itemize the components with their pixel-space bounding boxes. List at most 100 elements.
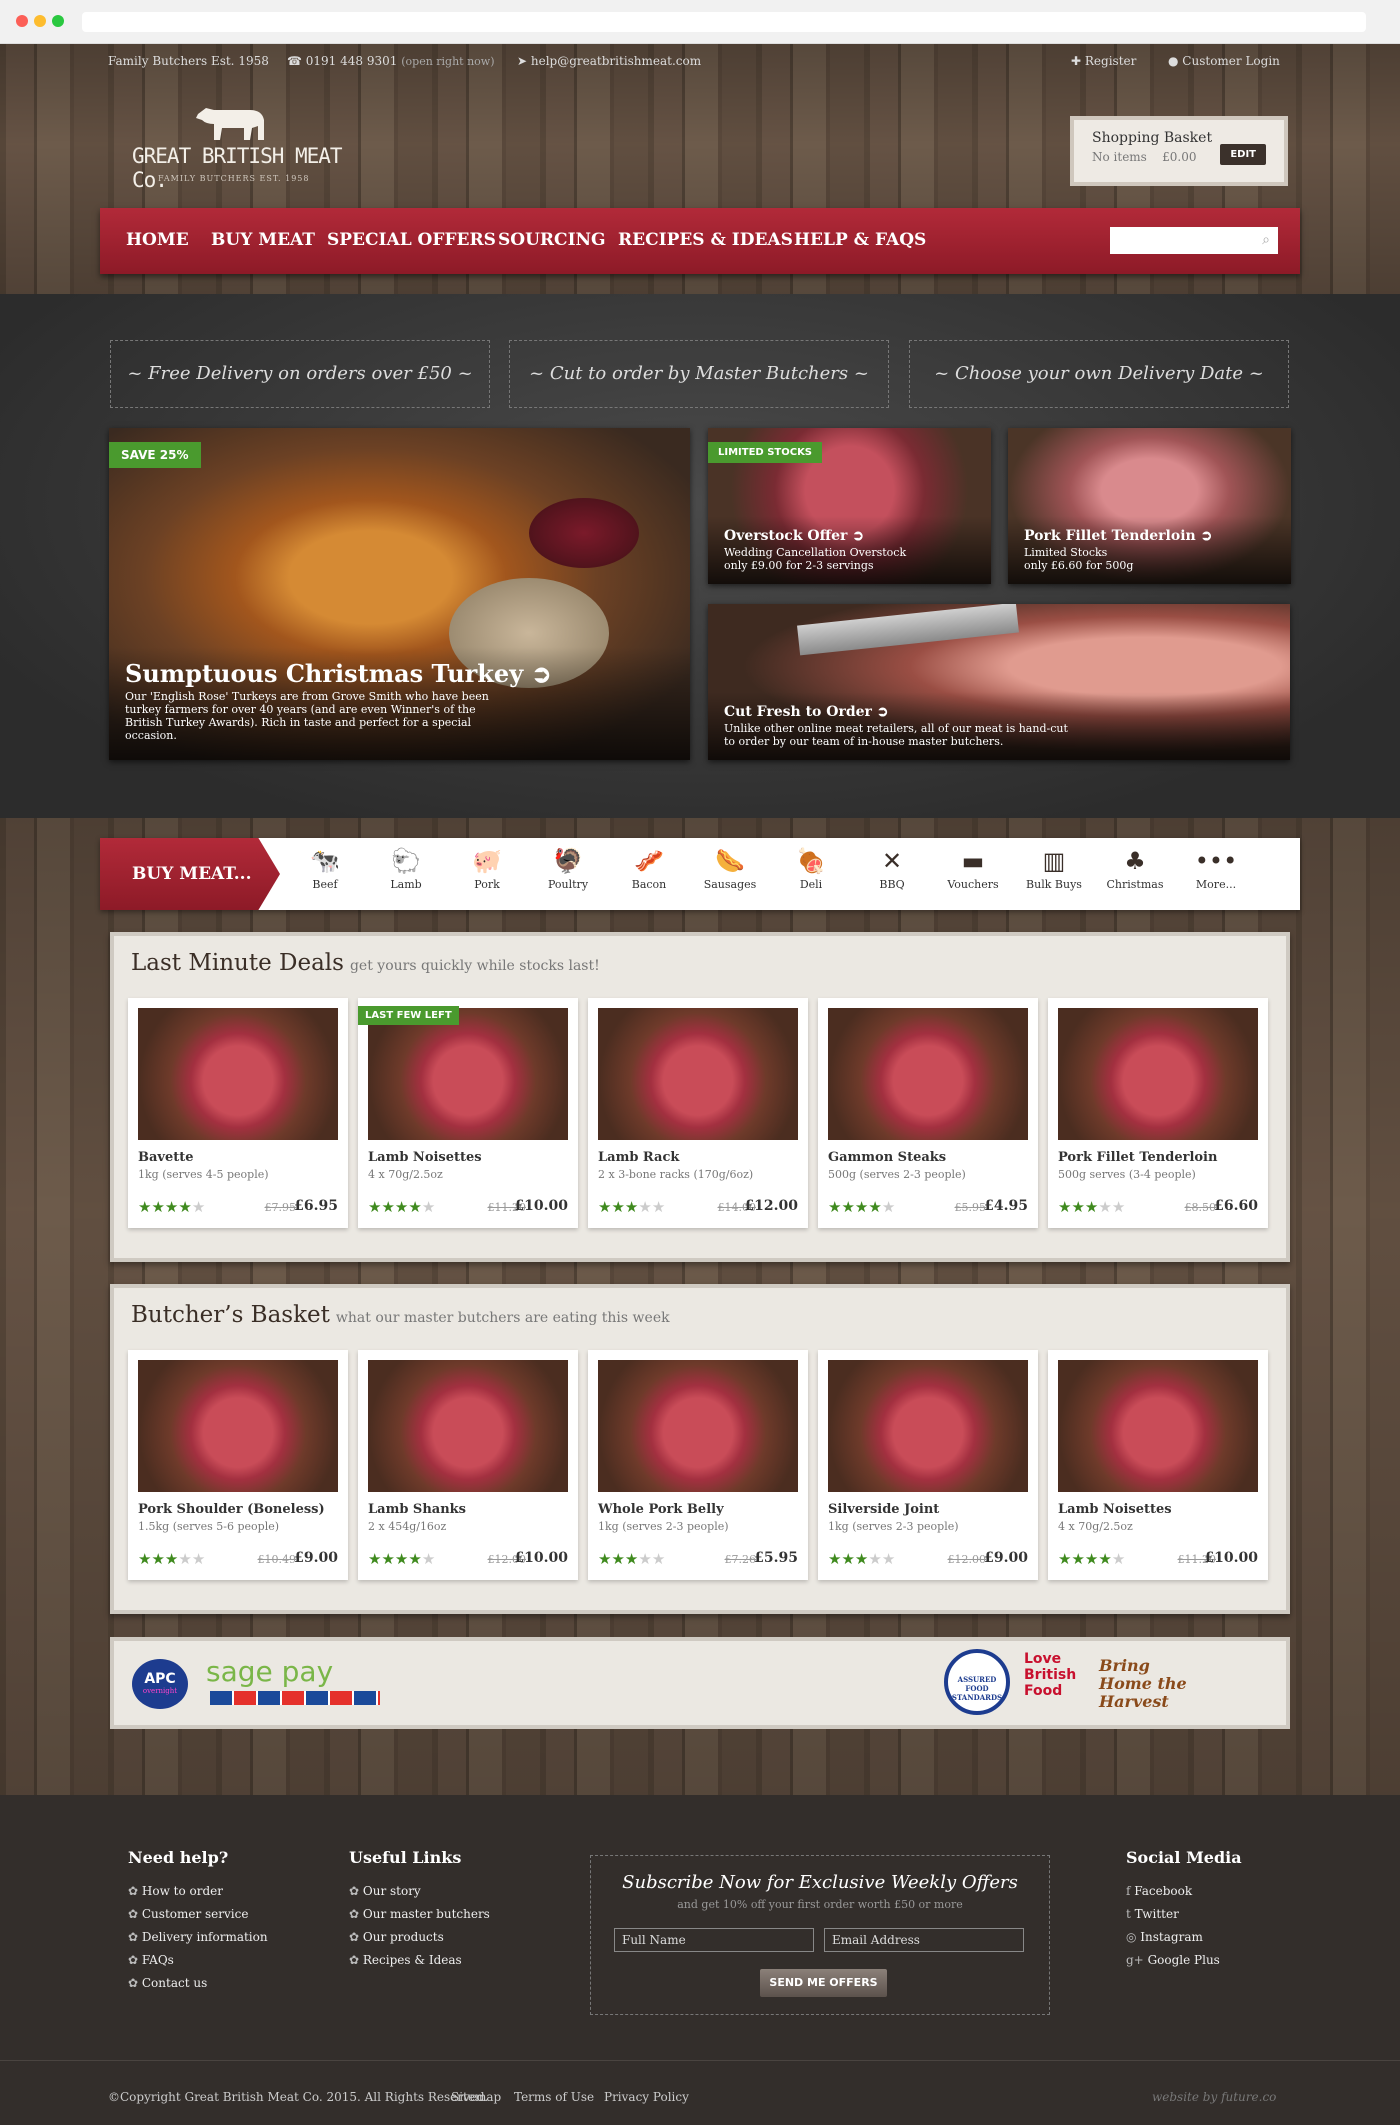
- footer-link[interactable]: ✿ Contact us: [128, 1976, 207, 1990]
- star-icon: ★: [138, 1198, 152, 1216]
- send-offers-button[interactable]: SEND ME OFFERS: [760, 1969, 887, 1997]
- full-name-input[interactable]: Full Name: [614, 1928, 814, 1952]
- product-card[interactable]: Lamb Rack 2 x 3-bone racks (170g/6oz) ★★★★…: [588, 998, 808, 1228]
- product-card[interactable]: Lamb Shanks 2 x 454g/16oz ★★★★★ £12.00 £10.0…: [358, 1350, 578, 1580]
- product-image[interactable]: [138, 1008, 338, 1140]
- register-link[interactable]: ✚ Register: [1071, 54, 1136, 68]
- buy-meat-label: BUY MEAT...: [100, 838, 280, 910]
- star-icon: ★: [854, 1198, 869, 1216]
- footer-link[interactable]: ✿ Recipes & Ideas: [349, 1953, 462, 1967]
- footer-link[interactable]: f Facebook: [1126, 1884, 1192, 1898]
- product-card[interactable]: Bavette 1kg (serves 4-5 people) ★★★★★ £7.95…: [128, 998, 348, 1228]
- footer-link[interactable]: ✿ How to order: [128, 1884, 223, 1898]
- nav-buy-meat[interactable]: BUY MEAT: [211, 230, 315, 250]
- address-bar[interactable]: [82, 12, 1366, 32]
- product-card[interactable]: Lamb Noisettes 4 x 70g/2.5oz ★★★★★ £11.20 £1…: [1048, 1350, 1268, 1580]
- nav-home[interactable]: HOME: [126, 230, 189, 250]
- star-rating: ★★★★★: [828, 1198, 895, 1216]
- phone-number[interactable]: 0191 448 9301: [306, 54, 398, 68]
- footer-link[interactable]: ✿ Our story: [349, 1884, 421, 1898]
- product-image[interactable]: [138, 1360, 338, 1492]
- nav-recipes[interactable]: RECIPES & IDEAS: [618, 230, 793, 250]
- product-name[interactable]: Pork Fillet Tenderloin: [1058, 1150, 1217, 1165]
- maximize-dot[interactable]: [52, 15, 64, 27]
- category-beef[interactable]: 🐄 Beef: [290, 846, 360, 891]
- poultry-icon: 🦃: [553, 847, 583, 875]
- star-icon: ★: [191, 1198, 206, 1216]
- apc-logo-sub: overnight: [142, 1687, 178, 1695]
- product-image[interactable]: [1058, 1360, 1258, 1492]
- footer-link[interactable]: ✿ Customer service: [128, 1907, 248, 1921]
- category-bacon[interactable]: 🥓 Bacon: [614, 846, 684, 891]
- hero-fillet-caption: Pork Fillet Tenderloin ➲ Limited Stocks …: [1008, 516, 1291, 584]
- product-name[interactable]: Lamb Noisettes: [368, 1150, 482, 1165]
- category-pork[interactable]: 🐖 Pork: [452, 846, 522, 891]
- product-image[interactable]: [828, 1008, 1028, 1140]
- product-name[interactable]: Bavette: [138, 1150, 194, 1165]
- site-credit[interactable]: website by future.co: [1152, 2090, 1276, 2104]
- basket-edit-button[interactable]: EDIT: [1220, 144, 1266, 165]
- category-poultry[interactable]: 🦃 Poultry: [533, 846, 603, 891]
- category-more[interactable]: ••• More...: [1181, 846, 1251, 891]
- category-sausages[interactable]: 🌭 Sausages: [695, 846, 765, 891]
- product-image[interactable]: [1058, 1008, 1258, 1140]
- category-lamb[interactable]: 🐑 Lamb: [371, 846, 441, 891]
- product-card[interactable]: Gammon Steaks 500g (serves 2-3 people) ★★★…: [818, 998, 1038, 1228]
- star-icon: ★: [638, 1550, 652, 1568]
- product-name[interactable]: Lamb Shanks: [368, 1502, 466, 1517]
- footer-link[interactable]: t Twitter: [1126, 1907, 1179, 1921]
- category-bbq[interactable]: ✕ BBQ: [857, 846, 927, 891]
- product-card[interactable]: Whole Pork Belly 1kg (serves 2-3 people) ★…: [588, 1350, 808, 1580]
- logo-name: GREAT BRITISH MEAT Co.: [132, 144, 343, 192]
- hero-cut-fresh[interactable]: Cut Fresh to Order ➲ Unlike other online…: [708, 604, 1290, 760]
- site-logo[interactable]: GREAT BRITISH MEAT Co. FAMILY BUTCHERS E…: [130, 100, 350, 192]
- product-name[interactable]: Whole Pork Belly: [598, 1502, 724, 1517]
- nav-special-offers[interactable]: SPECIAL OFFERS: [327, 230, 496, 250]
- footer-link[interactable]: ✿ Delivery information: [128, 1930, 268, 1944]
- email-input[interactable]: Email Address: [824, 1928, 1024, 1952]
- footer-link[interactable]: ◎ Instagram: [1126, 1930, 1203, 1944]
- product-card[interactable]: Pork Fillet Tenderloin 500g serves (3-4 p…: [1048, 998, 1268, 1228]
- star-icon: ★: [841, 1550, 855, 1568]
- product-name[interactable]: Pork Shoulder (Boneless): [138, 1502, 325, 1517]
- product-card[interactable]: Silverside Joint 1kg (serves 2-3 people) ★…: [818, 1350, 1038, 1580]
- hero-overstock[interactable]: LIMITED STOCKS Overstock Offer ➲ Wedding…: [708, 428, 991, 584]
- category-christmas[interactable]: ♣ Christmas: [1100, 846, 1170, 891]
- hero-fillet[interactable]: Pork Fillet Tenderloin ➲ Limited Stocks …: [1008, 428, 1291, 584]
- product-description: 4 x 70g/2.5oz: [1058, 1520, 1133, 1533]
- nav-help[interactable]: HELP & FAQS: [794, 230, 926, 250]
- established-text: Family Butchers Est. 1958: [108, 54, 269, 68]
- product-image[interactable]: [368, 1360, 568, 1492]
- email-link[interactable]: help@greatbritishmeat.com: [531, 54, 701, 68]
- product-description: 1kg (serves 2-3 people): [598, 1520, 729, 1533]
- product-image[interactable]: [598, 1360, 798, 1492]
- footer-link[interactable]: ✿ Our products: [349, 1930, 444, 1944]
- product-name[interactable]: Lamb Rack: [598, 1150, 679, 1165]
- hero-turkey[interactable]: SAVE 25% Sumptuous Christmas Turkey ➲ Ou…: [109, 428, 690, 760]
- product-image[interactable]: [368, 1008, 568, 1140]
- footer-link[interactable]: g+ Google Plus: [1126, 1953, 1220, 1967]
- privacy-link[interactable]: Privacy Policy: [604, 2090, 689, 2104]
- product-image[interactable]: [598, 1008, 798, 1140]
- close-dot[interactable]: [16, 15, 28, 27]
- footer-link[interactable]: ✿ FAQs: [128, 1953, 174, 1967]
- minimize-dot[interactable]: [34, 15, 46, 27]
- category-vouchers[interactable]: ▬ Vouchers: [938, 846, 1008, 891]
- star-rating: ★★★★★: [1058, 1198, 1125, 1216]
- product-name[interactable]: Silverside Joint: [828, 1502, 939, 1517]
- login-link[interactable]: ● Customer Login: [1168, 54, 1280, 68]
- category-deli[interactable]: 🍖 Deli: [776, 846, 846, 891]
- nav-sourcing[interactable]: SOURCING: [498, 230, 606, 250]
- shopping-basket[interactable]: Shopping Basket No items £0.00 EDIT: [1070, 116, 1288, 186]
- category-bulkbuys[interactable]: ▥ Bulk Buys: [1019, 846, 1089, 891]
- product-name[interactable]: Gammon Steaks: [828, 1150, 946, 1165]
- search-input[interactable]: ⌕: [1110, 227, 1278, 254]
- product-card[interactable]: Pork Shoulder (Boneless) 1.5kg (serves 5-…: [128, 1350, 348, 1580]
- footer-link[interactable]: ✿ Our master butchers: [349, 1907, 490, 1921]
- sitemap-link[interactable]: Sitemap: [451, 2090, 501, 2104]
- star-icon: ★: [1098, 1198, 1112, 1216]
- product-image[interactable]: [828, 1360, 1028, 1492]
- product-card[interactable]: LAST FEW LEFT Lamb Noisettes 4 x 70g/2.5oz…: [358, 998, 578, 1228]
- terms-link[interactable]: Terms of Use: [514, 2090, 594, 2104]
- product-name[interactable]: Lamb Noisettes: [1058, 1502, 1172, 1517]
